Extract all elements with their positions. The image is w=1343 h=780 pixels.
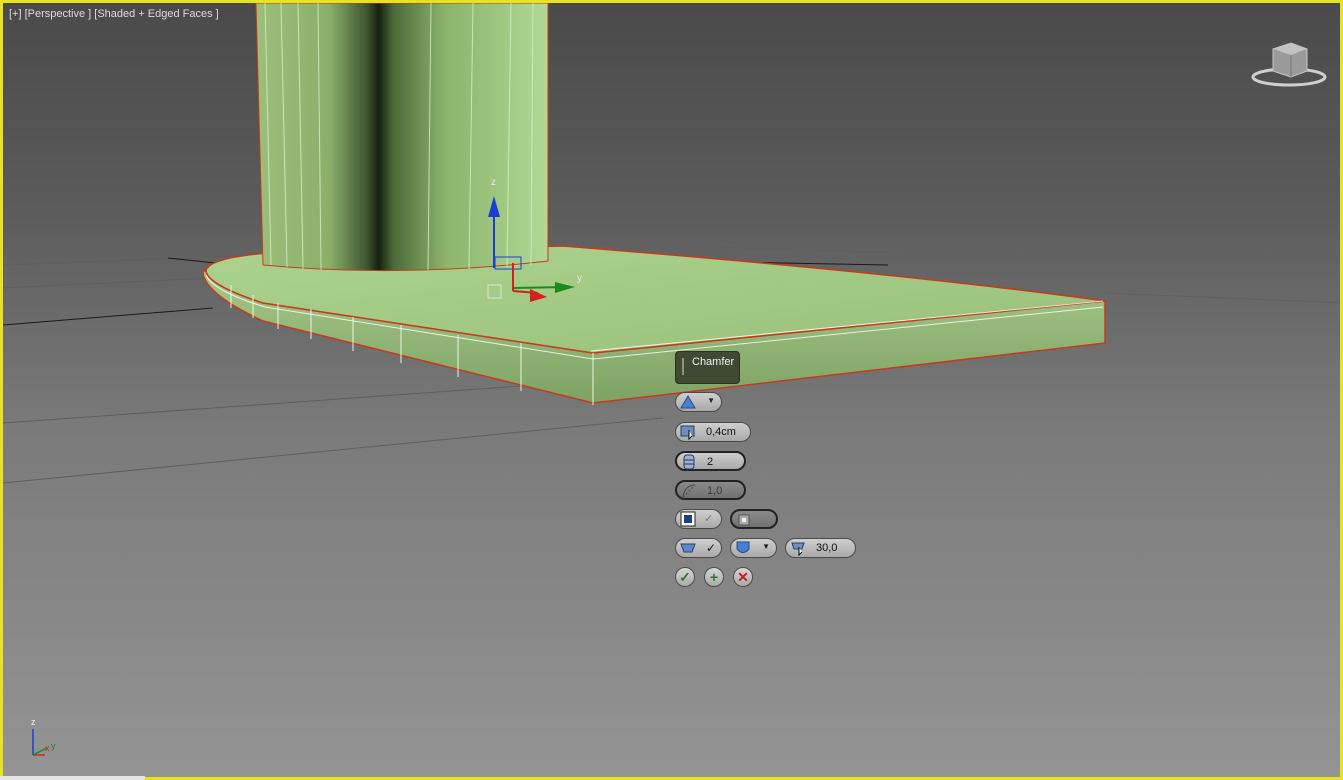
chamfer-segments-value[interactable]: 2 bbox=[707, 456, 713, 468]
chevron-down-icon: ▼ bbox=[762, 542, 770, 551]
tripod-y-label: y bbox=[51, 741, 56, 751]
chamfer-type-dropdown[interactable]: ▼ bbox=[675, 392, 722, 412]
open-chamfer-toggle[interactable]: ✓ bbox=[675, 509, 722, 529]
segments-icon bbox=[683, 454, 695, 470]
check-icon: ✓ bbox=[706, 541, 717, 555]
open-chamfer-icon bbox=[680, 511, 696, 527]
check-icon: ✓ bbox=[704, 513, 714, 525]
chamfer-tension-spinner[interactable]: 1,0 bbox=[675, 480, 746, 500]
smooth-type-dropdown[interactable]: ▼ bbox=[730, 538, 777, 558]
viewcube-icon[interactable] bbox=[1251, 41, 1327, 89]
x-icon: ✕ bbox=[737, 569, 749, 585]
chamfer-tension-value[interactable]: 1,0 bbox=[707, 485, 722, 497]
scene-canvas[interactable] bbox=[3, 3, 1343, 780]
status-bar-strip bbox=[0, 776, 145, 780]
ok-button[interactable]: ✓ bbox=[675, 567, 695, 587]
chamfer-segments-spinner[interactable]: 2 bbox=[675, 451, 746, 471]
gizmo-z-label: z bbox=[491, 177, 496, 188]
viewport-label[interactable]: [+] [Perspective ] [Shaded + Edged Faces… bbox=[9, 8, 219, 20]
caddy-drag-handle[interactable] bbox=[682, 358, 684, 375]
smooth-threshold-spinner[interactable]: 30,0 bbox=[785, 538, 856, 558]
smooth-icon bbox=[680, 543, 696, 553]
perspective-viewport[interactable]: [+] [Perspective ] [Shaded + Edged Faces… bbox=[0, 0, 1343, 780]
caddy-title-text: Chamfer bbox=[692, 356, 735, 368]
chamfer-amount-spinner[interactable]: 0,4cm bbox=[675, 422, 751, 442]
threshold-icon bbox=[791, 542, 805, 556]
chamfer-caddy-title[interactable]: Chamfer bbox=[675, 351, 740, 384]
triangle-icon bbox=[680, 395, 696, 409]
tripod-x-label: x bbox=[45, 743, 50, 753]
column-object bbox=[255, 3, 549, 272]
tripod-z-label: z bbox=[31, 717, 36, 727]
plus-icon: + bbox=[709, 569, 719, 585]
smooth-toggle[interactable]: ✓ bbox=[675, 538, 722, 558]
chamfer-amount-value[interactable]: 0,4cm bbox=[706, 426, 736, 438]
invert-icon bbox=[738, 514, 750, 526]
shield-icon bbox=[736, 541, 750, 553]
cancel-button[interactable]: ✕ bbox=[733, 567, 753, 587]
invert-toggle[interactable] bbox=[730, 509, 778, 529]
chevron-down-icon: ▼ bbox=[707, 396, 715, 405]
amount-icon bbox=[680, 425, 695, 440]
tension-icon bbox=[682, 484, 696, 498]
gizmo-y-label: y bbox=[577, 273, 582, 284]
check-icon: ✓ bbox=[679, 569, 691, 585]
smooth-threshold-value[interactable]: 30,0 bbox=[816, 542, 837, 554]
apply-button[interactable]: + bbox=[704, 567, 724, 587]
